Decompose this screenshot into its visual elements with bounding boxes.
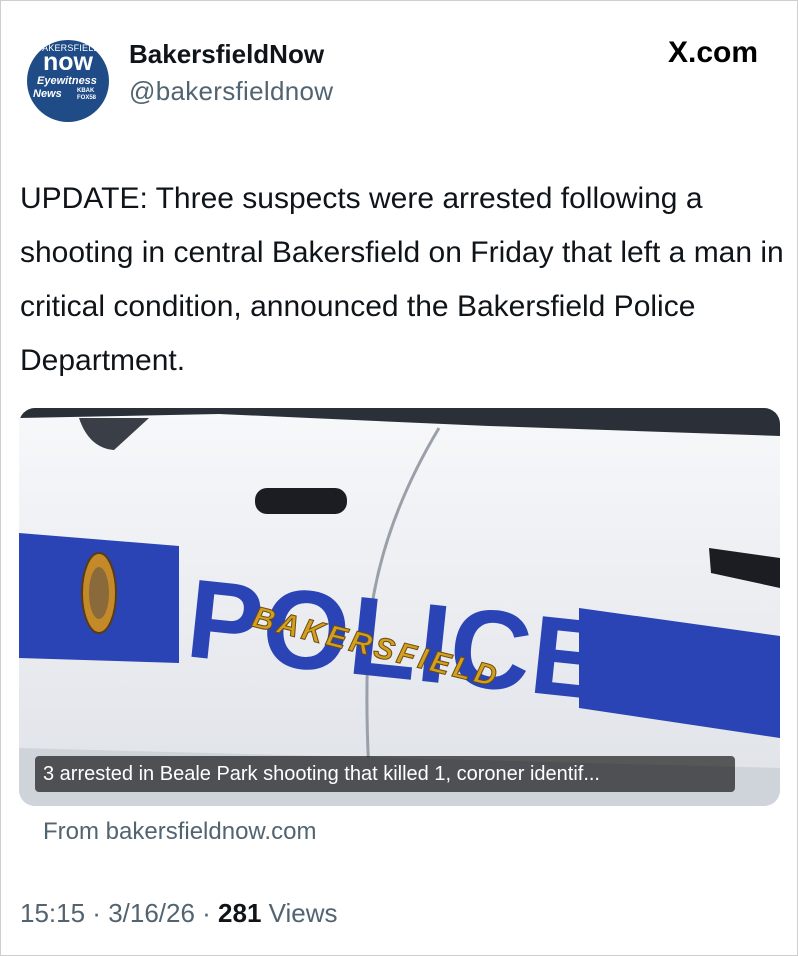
avatar-text-3: Eyewitness [37, 75, 97, 87]
avatar-text-5: KBAK FOX58 [77, 88, 103, 102]
avatar[interactable]: BAKERSFIELD now Eyewitness News KBAK FOX… [27, 40, 109, 122]
avatar-text-5b: FOX58 [77, 95, 97, 101]
avatar-text-5a: KBAK [77, 88, 95, 94]
link-source[interactable]: From bakersfieldnow.com [43, 818, 316, 846]
link-card[interactable]: POLICE BAKERSFIELD [19, 408, 780, 806]
separator: · [85, 898, 109, 928]
avatar-text-4: News [33, 88, 62, 100]
link-card-caption[interactable]: 3 arrested in Beale Park shooting that k… [35, 756, 735, 792]
avatar-text-2: now [43, 48, 93, 76]
tweet-text: UPDATE: Three suspects were arrested fol… [20, 182, 784, 377]
post-time[interactable]: 15:15 [20, 898, 85, 928]
post-meta: 15:15 · 3/16/26 · 281 Views [20, 898, 338, 929]
separator: · [194, 898, 219, 928]
account-handle[interactable]: @bakersfieldnow [129, 76, 333, 107]
account-name[interactable]: BakersfieldNow [129, 39, 324, 70]
police-car-photo-icon: POLICE BAKERSFIELD [19, 408, 780, 806]
views-count[interactable]: 281 [218, 898, 261, 928]
x-com-logo: X.com [667, 36, 758, 69]
post-date[interactable]: 3/16/26 [108, 898, 195, 928]
views-label: Views [261, 898, 338, 928]
